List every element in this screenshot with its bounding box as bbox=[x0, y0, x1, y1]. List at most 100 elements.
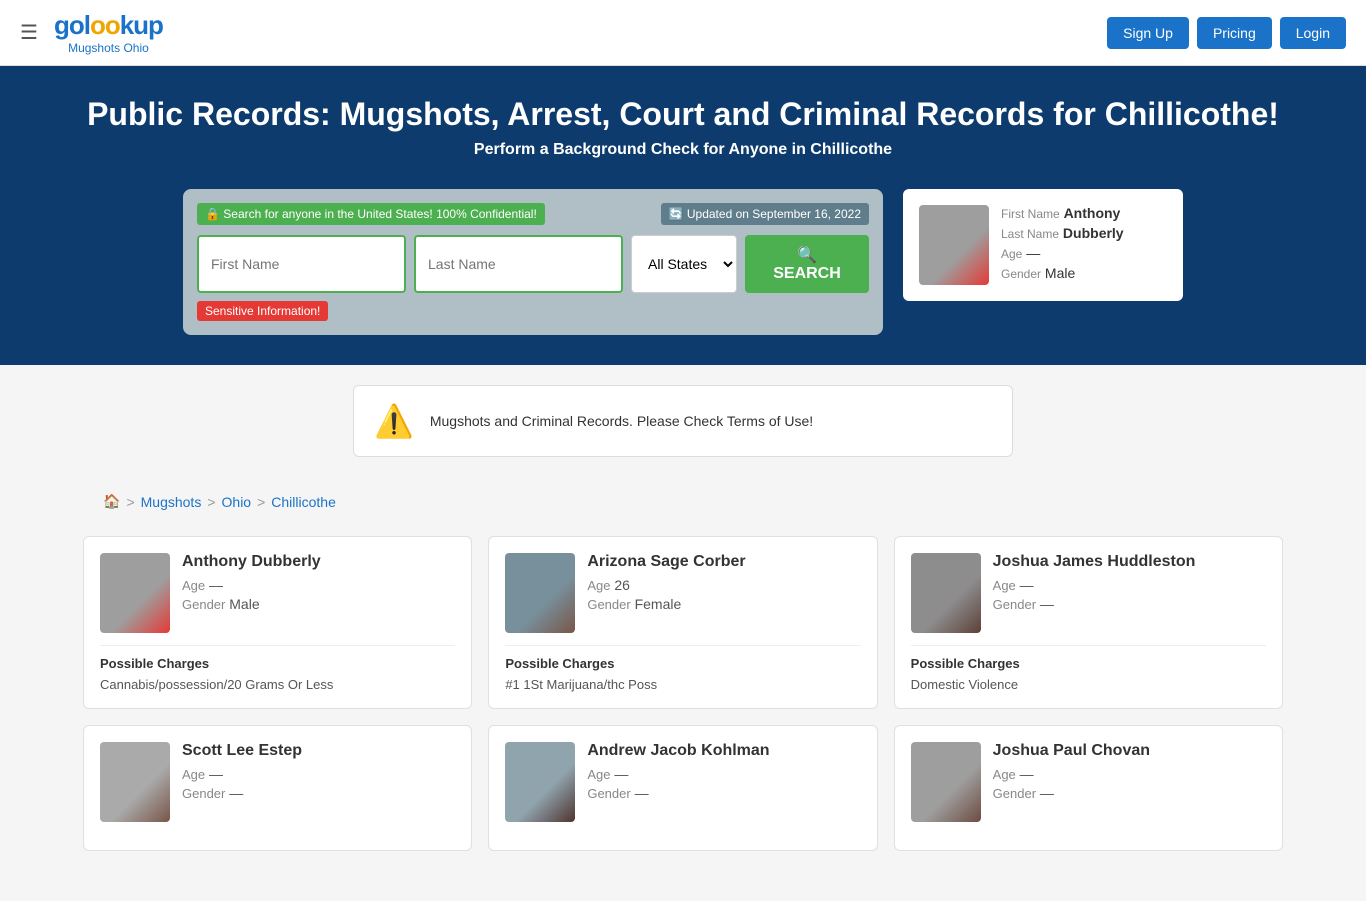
breadcrumb-city[interactable]: Chillicothe bbox=[271, 494, 336, 510]
login-button[interactable]: Login bbox=[1280, 17, 1346, 49]
charges-text: Cannabis/possession/20 Grams Or Less bbox=[100, 677, 455, 692]
person-card-top: Scott Lee Estep Age — Gender — bbox=[100, 742, 455, 822]
person-info: Joshua Paul Chovan Age — Gender — bbox=[993, 742, 1150, 822]
person-name: Andrew Jacob Kohlman bbox=[587, 742, 769, 760]
last-name-input[interactable] bbox=[414, 235, 623, 293]
warning-wrapper: ⚠️ Mugshots and Criminal Records. Please… bbox=[333, 385, 1033, 457]
persons-grid: Anthony Dubberly Age — Gender Male Possi… bbox=[83, 536, 1283, 851]
person-avatar bbox=[911, 742, 981, 822]
content-area: Anthony Dubberly Age — Gender Male Possi… bbox=[0, 526, 1366, 881]
warning-banner: ⚠️ Mugshots and Criminal Records. Please… bbox=[353, 385, 1013, 457]
person-age: Age — bbox=[182, 766, 302, 782]
breadcrumb-home[interactable]: 🏠 bbox=[103, 493, 120, 510]
confidential-badge: 🔒 Search for anyone in the United States… bbox=[197, 203, 545, 225]
state-select[interactable]: All States bbox=[631, 235, 737, 293]
last-name-value: Dubberly bbox=[1063, 225, 1124, 241]
search-badges: 🔒 Search for anyone in the United States… bbox=[197, 203, 869, 225]
search-inputs: All States 🔍 SEARCH bbox=[197, 235, 869, 293]
person-age: Age — bbox=[182, 577, 321, 593]
person-avatar bbox=[100, 553, 170, 633]
logo[interactable]: golookup Mugshots Ohio bbox=[54, 10, 163, 55]
person-card-top: Arizona Sage Corber Age 26 Gender Female bbox=[505, 553, 860, 633]
person-name: Arizona Sage Corber bbox=[587, 553, 745, 571]
last-name-label: Last Name bbox=[1001, 227, 1059, 241]
profile-last-name: Last Name Dubberly bbox=[1001, 225, 1124, 241]
person-info: Joshua James Huddleston Age — Gender — bbox=[993, 553, 1196, 633]
person-gender: Gender — bbox=[182, 785, 302, 801]
person-age: Age — bbox=[993, 766, 1150, 782]
person-name: Anthony Dubberly bbox=[182, 553, 321, 571]
person-avatar bbox=[911, 553, 981, 633]
charges-text: Domestic Violence bbox=[911, 677, 1266, 692]
person-avatar bbox=[505, 553, 575, 633]
person-gender: Gender — bbox=[993, 785, 1150, 801]
pricing-button[interactable]: Pricing bbox=[1197, 17, 1272, 49]
header-buttons: Sign Up Pricing Login bbox=[1107, 17, 1346, 49]
main-content: ⚠️ Mugshots and Criminal Records. Please… bbox=[0, 385, 1366, 901]
person-card-0[interactable]: Anthony Dubberly Age — Gender Male Possi… bbox=[83, 536, 472, 709]
person-gender: Gender Male bbox=[182, 596, 321, 612]
person-age: Age — bbox=[993, 577, 1196, 593]
profile-info: First Name Anthony Last Name Dubberly Ag… bbox=[1001, 205, 1124, 285]
charges-label: Possible Charges bbox=[911, 645, 1266, 671]
charges-label: Possible Charges bbox=[100, 645, 455, 671]
person-age: Age — bbox=[587, 766, 769, 782]
age-label: Age bbox=[1001, 247, 1022, 261]
first-name-input[interactable] bbox=[197, 235, 406, 293]
person-info: Andrew Jacob Kohlman Age — Gender — bbox=[587, 742, 769, 822]
person-card-top: Anthony Dubberly Age — Gender Male bbox=[100, 553, 455, 633]
hero-title: Public Records: Mugshots, Arrest, Court … bbox=[20, 96, 1346, 133]
profile-avatar bbox=[919, 205, 989, 285]
person-age: Age 26 bbox=[587, 577, 745, 593]
person-gender: Gender Female bbox=[587, 596, 745, 612]
sensitive-badge: Sensitive Information! bbox=[197, 301, 328, 321]
person-card-5[interactable]: Joshua Paul Chovan Age — Gender — bbox=[894, 725, 1283, 851]
breadcrumb-ohio[interactable]: Ohio bbox=[222, 494, 252, 510]
person-name: Scott Lee Estep bbox=[182, 742, 302, 760]
logo-subtitle: Mugshots Ohio bbox=[54, 41, 163, 55]
signup-button[interactable]: Sign Up bbox=[1107, 17, 1189, 49]
hamburger-menu[interactable]: ☰ bbox=[20, 20, 38, 45]
hero-section: Public Records: Mugshots, Arrest, Court … bbox=[0, 66, 1366, 189]
person-card-2[interactable]: Joshua James Huddleston Age — Gender — P… bbox=[894, 536, 1283, 709]
logo-text: golookup bbox=[54, 10, 163, 41]
gender-label: Gender bbox=[1001, 267, 1041, 281]
person-name: Joshua James Huddleston bbox=[993, 553, 1196, 571]
search-box: 🔒 Search for anyone in the United States… bbox=[183, 189, 883, 335]
search-area: 🔒 Search for anyone in the United States… bbox=[0, 189, 1366, 365]
first-name-label: First Name bbox=[1001, 207, 1060, 221]
age-value: — bbox=[1026, 245, 1040, 261]
warning-icon: ⚠️ bbox=[374, 402, 414, 440]
person-card-top: Joshua Paul Chovan Age — Gender — bbox=[911, 742, 1266, 822]
person-avatar bbox=[505, 742, 575, 822]
person-name: Joshua Paul Chovan bbox=[993, 742, 1150, 760]
person-avatar bbox=[100, 742, 170, 822]
person-card-3[interactable]: Scott Lee Estep Age — Gender — bbox=[83, 725, 472, 851]
person-info: Arizona Sage Corber Age 26 Gender Female bbox=[587, 553, 745, 633]
profile-card: First Name Anthony Last Name Dubberly Ag… bbox=[903, 189, 1183, 301]
breadcrumb-sep1: > bbox=[126, 494, 134, 510]
charges-text: #1 1St Marijuana/thc Poss bbox=[505, 677, 860, 692]
search-button[interactable]: 🔍 SEARCH bbox=[745, 235, 869, 293]
breadcrumb-sep3: > bbox=[257, 494, 265, 510]
header: ☰ golookup Mugshots Ohio Sign Up Pricing… bbox=[0, 0, 1366, 66]
breadcrumb-mugshots[interactable]: Mugshots bbox=[141, 494, 202, 510]
header-left: ☰ golookup Mugshots Ohio bbox=[20, 10, 163, 55]
person-gender: Gender — bbox=[993, 596, 1196, 612]
breadcrumb: 🏠 > Mugshots > Ohio > Chillicothe bbox=[83, 477, 1283, 510]
breadcrumb-sep2: > bbox=[207, 494, 215, 510]
gender-value: Male bbox=[1045, 265, 1075, 281]
warning-message: Mugshots and Criminal Records. Please Ch… bbox=[430, 413, 813, 429]
hero-subtitle: Perform a Background Check for Anyone in… bbox=[20, 141, 1346, 159]
first-name-value: Anthony bbox=[1064, 205, 1121, 221]
person-gender: Gender — bbox=[587, 785, 769, 801]
profile-gender: Gender Male bbox=[1001, 265, 1124, 281]
profile-first-name: First Name Anthony bbox=[1001, 205, 1124, 221]
updated-badge: 🔄 Updated on September 16, 2022 bbox=[661, 203, 869, 225]
person-card-1[interactable]: Arizona Sage Corber Age 26 Gender Female… bbox=[488, 536, 877, 709]
person-info: Anthony Dubberly Age — Gender Male bbox=[182, 553, 321, 633]
profile-age: Age — bbox=[1001, 245, 1124, 261]
person-card-top: Andrew Jacob Kohlman Age — Gender — bbox=[505, 742, 860, 822]
person-card-4[interactable]: Andrew Jacob Kohlman Age — Gender — bbox=[488, 725, 877, 851]
charges-label: Possible Charges bbox=[505, 645, 860, 671]
